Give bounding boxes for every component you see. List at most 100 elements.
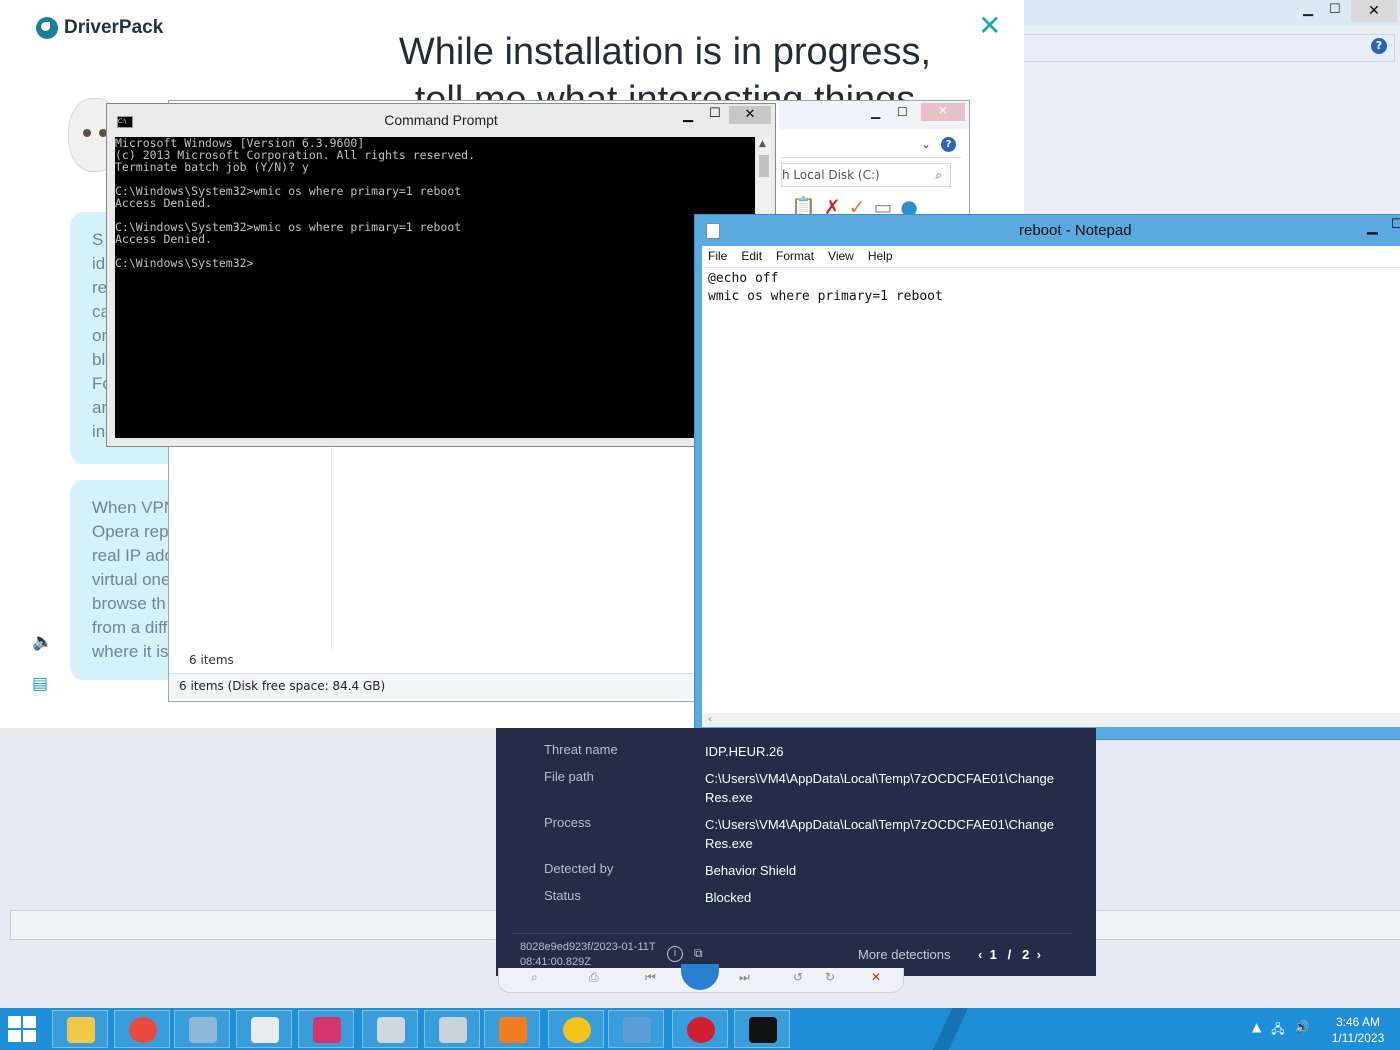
- search-input[interactable]: h Local Disk (C:) ⌕: [781, 163, 951, 187]
- driverpack-brand: DriverPack: [64, 17, 164, 38]
- minimize-button[interactable]: ▁: [1367, 219, 1378, 235]
- maximize-button[interactable]: ☐: [897, 105, 908, 119]
- threat-value: Behavior Shield: [705, 863, 797, 878]
- maximize-button[interactable]: ☐: [709, 106, 721, 121]
- menu-format[interactable]: Format: [776, 246, 814, 267]
- ds-app-icon: [313, 1017, 341, 1043]
- maximize-button[interactable]: ☐: [1329, 2, 1341, 17]
- threat-value: IDP.HEUR.26: [705, 744, 784, 759]
- help-icon[interactable]: ?: [1371, 38, 1387, 54]
- chevron-down-icon[interactable]: ⌄: [921, 137, 931, 151]
- vpn-shield-icon: [563, 1017, 591, 1043]
- minimize-button[interactable]: ▁: [683, 108, 693, 123]
- taskbar-photos[interactable]: [608, 1010, 664, 1048]
- clock[interactable]: 3:46 AM 1/11/2023: [1326, 1014, 1390, 1046]
- rotate-left-icon[interactable]: ↺: [793, 970, 803, 984]
- search-icon: ⌕: [935, 168, 942, 182]
- minimize-button[interactable]: ▁: [871, 105, 880, 119]
- system-monitor-icon: [377, 1017, 405, 1043]
- close-button[interactable]: ✕: [729, 106, 771, 124]
- divider: [331, 441, 332, 651]
- delete-icon[interactable]: ✕: [871, 970, 881, 984]
- threat-value: Blocked: [705, 890, 752, 905]
- scroll-up-icon[interactable]: ▲: [759, 139, 766, 149]
- zoom-icon[interactable]: ⌕: [531, 970, 538, 985]
- maximize-button[interactable]: ☐: [1391, 217, 1400, 232]
- clock-date: 1/11/2023: [1331, 1031, 1385, 1045]
- chrome-icon: [129, 1017, 157, 1043]
- clock-time: 3:46 AM: [1335, 1015, 1381, 1029]
- background-window-titlebar: [1021, 0, 1400, 26]
- prev-page-icon[interactable]: ‹: [978, 947, 982, 962]
- menu-view[interactable]: View: [828, 246, 854, 267]
- menu-file[interactable]: File: [708, 246, 727, 267]
- horizontal-scrollbar[interactable]: ‹: [702, 713, 1400, 727]
- help-icon[interactable]: ?: [941, 137, 956, 152]
- task-window-icon: [251, 1017, 279, 1043]
- next-icon[interactable]: ⏭: [739, 970, 750, 985]
- taskbar-ds-app[interactable]: [298, 1010, 354, 1048]
- speaker-icon[interactable]: 🔈: [32, 632, 53, 652]
- avast-icon: [499, 1017, 527, 1043]
- taskbar-opera[interactable]: [672, 1010, 728, 1048]
- address-bar[interactable]: [781, 133, 961, 158]
- start-button[interactable]: [8, 1016, 38, 1042]
- windows-logo-icon: [8, 1016, 21, 1028]
- console-output[interactable]: Microsoft Windows [Version 6.3.9600] (c)…: [115, 137, 755, 438]
- notepad-window: reboot - Notepad ▁ ☐ File Edit Format Vi…: [694, 214, 1400, 740]
- slideshow-button[interactable]: [681, 964, 719, 990]
- threat-key: Status: [544, 888, 581, 903]
- cmd-taskbar-icon: [749, 1017, 777, 1043]
- chat-icon[interactable]: ▤: [32, 674, 48, 694]
- notepad-icon: [706, 223, 720, 239]
- network-icon[interactable]: 🖧: [1271, 1020, 1284, 1041]
- taskbar-notepad-pen[interactable]: [174, 1010, 230, 1048]
- taskbar-decoration: [920, 1008, 980, 1050]
- menu-bar: File Edit Format View Help: [702, 246, 1400, 267]
- menu-help[interactable]: Help: [868, 246, 893, 267]
- divider: [512, 933, 1072, 934]
- taskbar-cmd-taskbar[interactable]: [734, 1010, 790, 1048]
- file-explorer-icon: [67, 1017, 95, 1043]
- taskbar-system-monitor[interactable]: [362, 1010, 418, 1048]
- threat-key: Detected by: [544, 861, 614, 876]
- taskbar: ▲ 🖧 🔊 3:46 AM 1/11/2023: [0, 1008, 1400, 1050]
- total-pages: 2: [1022, 947, 1030, 962]
- next-page-icon[interactable]: ›: [1037, 947, 1041, 962]
- taskbar-avast[interactable]: [484, 1010, 540, 1048]
- taskbar-chrome[interactable]: [114, 1010, 170, 1048]
- detection-id: 8028e9ed923f/2023-01-11T08:41:00.829Z: [520, 941, 656, 968]
- threat-key: Process: [544, 815, 591, 830]
- previous-icon[interactable]: ⏮: [645, 970, 656, 985]
- threat-details-panel: Threat name IDP.HEUR.26 File path C:\Use…: [496, 728, 1096, 976]
- page-title: While installation is in progress, tell …: [360, 28, 970, 106]
- notepad-pen-icon: [189, 1017, 217, 1043]
- minimize-button[interactable]: ▁: [1303, 2, 1313, 17]
- text-editor[interactable]: @echo off wmic os where primary=1 reboot: [702, 267, 1400, 713]
- copy-icon[interactable]: ⧉: [694, 946, 703, 961]
- opera-icon: [687, 1017, 715, 1043]
- taskbar-file-explorer[interactable]: [52, 1010, 108, 1048]
- threat-value: C:\Users\VM4\AppData\Local\Temp\7zOCDCFA…: [705, 817, 1054, 851]
- menu-edit[interactable]: Edit: [741, 246, 762, 267]
- heading-line-1: While installation is in progress,: [398, 31, 932, 73]
- show-hidden-icons-icon[interactable]: ▲: [1252, 1020, 1261, 1041]
- photos-icon: [623, 1017, 651, 1043]
- window-title: Command Prompt: [384, 112, 498, 128]
- close-button[interactable]: ✕: [921, 103, 965, 121]
- more-detections-link[interactable]: More detections: [858, 947, 951, 962]
- system-tray: ▲ 🖧 🔊: [1252, 1020, 1310, 1041]
- scroll-thumb[interactable]: [759, 155, 769, 177]
- rotate-right-icon[interactable]: ↻: [825, 970, 835, 984]
- pagination: ‹ 1 / 2 ›: [978, 947, 1041, 962]
- volume-icon[interactable]: 🔊: [1295, 1020, 1310, 1041]
- close-button[interactable]: ✕: [1351, 0, 1397, 22]
- print-icon[interactable]: ⎙: [589, 970, 599, 985]
- taskbar-task-window[interactable]: [236, 1010, 292, 1048]
- taskbar-vpn-shield[interactable]: [548, 1010, 604, 1048]
- taskbar-network-tool[interactable]: [424, 1010, 480, 1048]
- info-icon[interactable]: i: [667, 946, 683, 962]
- driverpack-logo-icon: [36, 17, 58, 39]
- threat-value: C:\Users\VM4\AppData\Local\Temp\7zOCDCFA…: [705, 771, 1054, 805]
- close-icon[interactable]: ✕: [978, 12, 1001, 40]
